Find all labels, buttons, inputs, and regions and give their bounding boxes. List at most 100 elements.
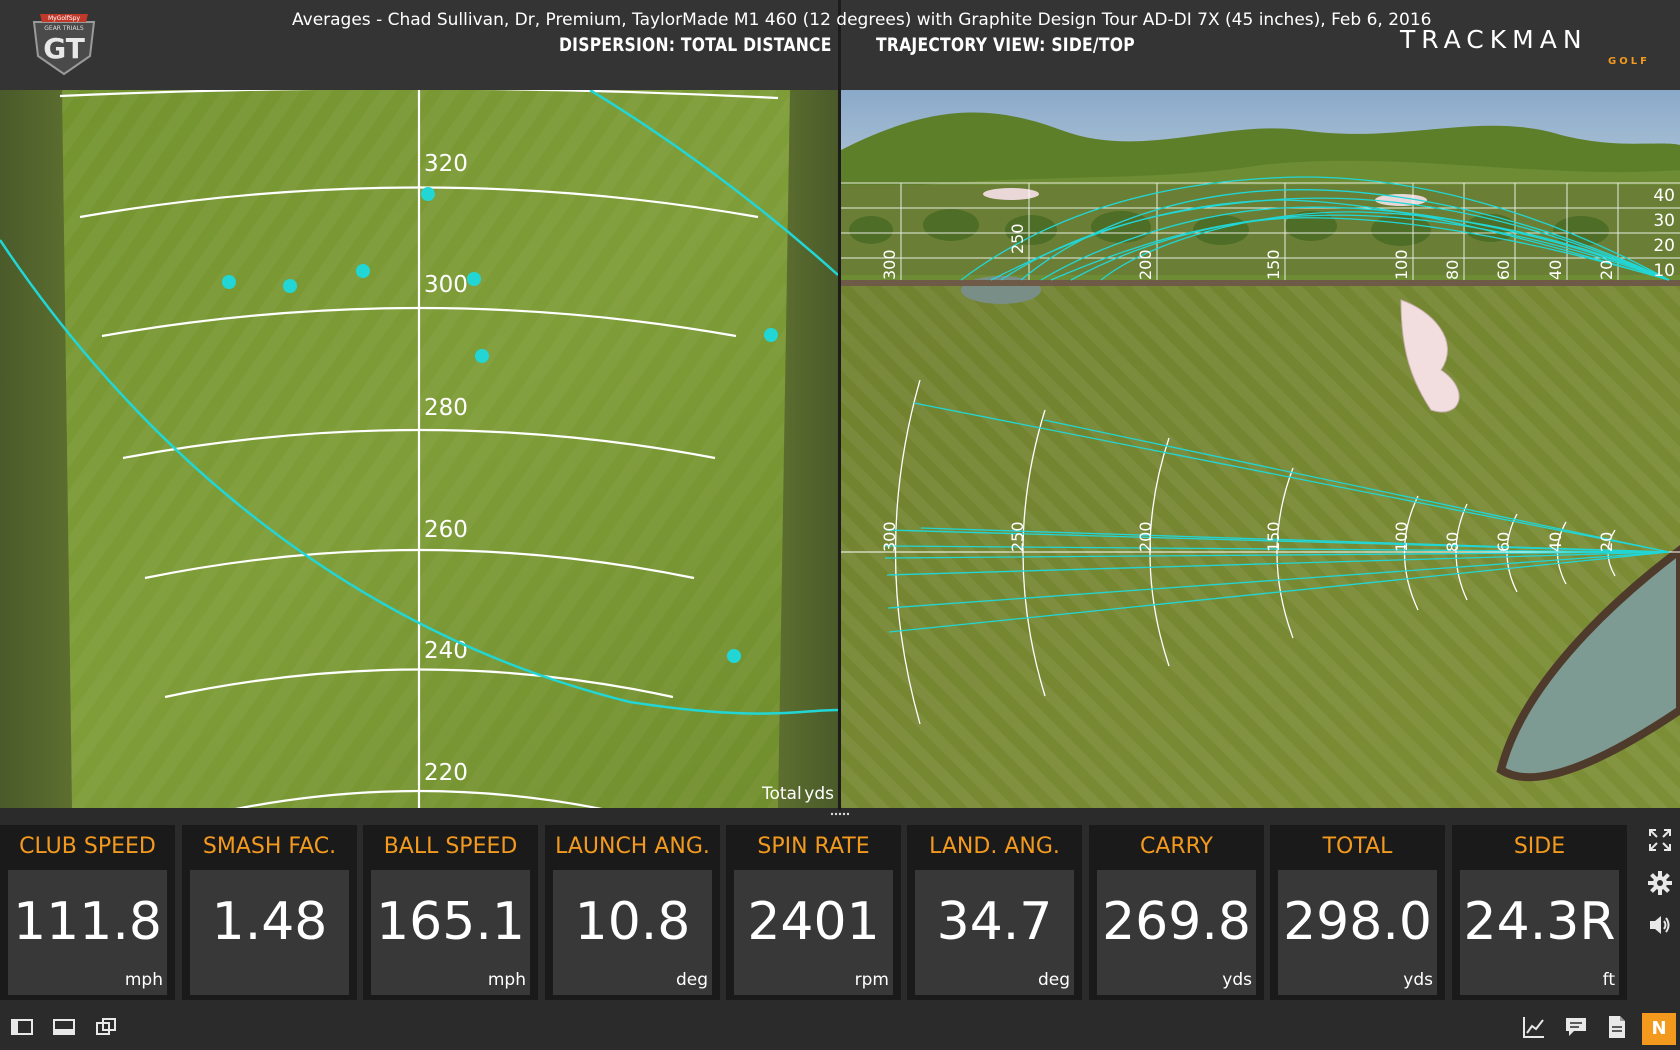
- metric-tile-spin-rate[interactable]: SPIN RATE 2401 rpm: [726, 825, 901, 1000]
- layout-bottom-panel-icon[interactable]: [50, 1013, 78, 1041]
- trajectory-view[interactable]: 300 250 200 150 100 80 60 40 20 40 30 20…: [841, 90, 1680, 808]
- side-distance-label: 300: [880, 249, 899, 280]
- metric-label: CLUB SPEED: [19, 834, 156, 859]
- metric-tile-total[interactable]: TOTAL 298.0 yds: [1270, 825, 1445, 1000]
- top-distance-label: 40: [1546, 532, 1565, 552]
- top-distance-label: 100: [1392, 521, 1411, 552]
- panel-resize-handle[interactable]: [830, 811, 850, 817]
- shot-dot: [283, 279, 297, 293]
- shot-dot: [475, 349, 489, 363]
- report-document-icon[interactable]: [1602, 1013, 1630, 1041]
- top-distance-label: 250: [1008, 521, 1027, 552]
- metric-tile-ball-speed[interactable]: BALL SPEED 165.1 mph: [363, 825, 538, 1000]
- height-label: 10: [1653, 261, 1675, 281]
- metric-unit: yds: [1403, 970, 1433, 990]
- metric-box: 298.0 yds: [1278, 870, 1437, 995]
- bunker: [983, 188, 1039, 200]
- comment-icon[interactable]: [1562, 1013, 1590, 1041]
- side-distance-label: 40: [1546, 260, 1565, 280]
- metric-tile-carry[interactable]: CARRY 269.8 yds: [1089, 825, 1264, 1000]
- axis-label-total: Total: [761, 784, 802, 804]
- metric-value: 1.48: [211, 892, 328, 952]
- distance-label: 300: [424, 272, 468, 298]
- metric-tile-club-speed[interactable]: CLUB SPEED 111.8 mph: [0, 825, 175, 1000]
- gear-icon[interactable]: [1646, 869, 1674, 897]
- metric-label: CARRY: [1139, 834, 1213, 859]
- metric-unit: yds: [1222, 970, 1252, 990]
- shot-dot: [356, 264, 370, 278]
- metric-unit: mph: [487, 970, 526, 990]
- metric-box: 34.7 deg: [915, 870, 1074, 995]
- footer-bar: [0, 1008, 1680, 1050]
- metric-unit: deg: [675, 970, 708, 990]
- metric-unit: ft: [1602, 970, 1615, 990]
- side-distance-label: 60: [1494, 260, 1513, 280]
- top-distance-label: 150: [1264, 521, 1283, 552]
- metric-value: 165.1: [376, 892, 525, 952]
- distance-label: 220: [424, 760, 468, 786]
- shot-dot: [467, 272, 481, 286]
- dispersion-title: DISPERSION: TOTAL DISTANCE: [559, 34, 832, 56]
- trajectory-title: TRAJECTORY VIEW: SIDE/TOP: [876, 34, 1135, 56]
- side-distance-label: 100: [1392, 249, 1411, 280]
- metric-box: 10.8 deg: [553, 870, 712, 995]
- layout-sidebar-icon[interactable]: [8, 1013, 36, 1041]
- layout-windows-icon[interactable]: [92, 1013, 120, 1041]
- metric-value: 298.0: [1283, 892, 1432, 952]
- shot-dot: [421, 187, 435, 201]
- height-label: 20: [1653, 236, 1675, 256]
- session-caption: Averages - Chad Sullivan, Dr, Premium, T…: [292, 10, 1432, 30]
- metric-box: 2401 rpm: [734, 870, 893, 995]
- side-distance-label: 150: [1264, 249, 1283, 280]
- dispersion-view[interactable]: 320 300 280 260 240 220 Total yds: [0, 90, 838, 808]
- metric-unit: deg: [1037, 970, 1070, 990]
- metric-label: SIDE: [1513, 834, 1566, 859]
- height-label: 40: [1653, 186, 1675, 206]
- distance-label: 280: [424, 395, 468, 421]
- gear-trials-logo: MyGolfSpy GEAR TRIALS GT: [32, 14, 96, 76]
- metric-label: LAND. ANG.: [929, 834, 1060, 859]
- metric-label: SPIN RATE: [757, 834, 870, 859]
- top-distance-label: 80: [1443, 532, 1462, 552]
- shot-dot: [222, 275, 236, 289]
- metric-label: TOTAL: [1322, 834, 1393, 859]
- distance-label: 260: [424, 517, 468, 543]
- side-distance-label: 250: [1008, 223, 1027, 254]
- metric-tile-launch-angle[interactable]: LAUNCH ANG. 10.8 deg: [545, 825, 720, 1000]
- metric-box: 1.48: [190, 870, 349, 995]
- axis-label-unit: yds: [804, 784, 834, 804]
- metric-label: SMASH FAC.: [202, 834, 337, 859]
- shot-dot: [727, 649, 741, 663]
- metric-box: 165.1 mph: [371, 870, 530, 995]
- metric-value: 10.8: [574, 892, 691, 952]
- metric-tile-landing-angle[interactable]: LAND. ANG. 34.7 deg: [907, 825, 1082, 1000]
- side-distance-label: 200: [1136, 249, 1155, 280]
- top-distance-label: 20: [1597, 532, 1616, 552]
- top-distance-label: 300: [880, 521, 899, 552]
- metric-value: 269.8: [1102, 892, 1251, 952]
- metric-label: LAUNCH ANG.: [555, 834, 710, 859]
- metric-tile-smash-factor[interactable]: SMASH FAC. 1.48: [182, 825, 357, 1000]
- metric-tile-side[interactable]: SIDE 24.3R ft: [1452, 825, 1627, 1000]
- fullscreen-icon[interactable]: [1646, 826, 1674, 854]
- svg-text:GEAR TRIALS: GEAR TRIALS: [44, 25, 84, 32]
- distance-label: 240: [424, 638, 468, 664]
- svg-text:MyGolfSpy: MyGolfSpy: [48, 15, 80, 22]
- side-distance-label: 20: [1597, 260, 1616, 280]
- metric-value: 24.3R: [1463, 892, 1616, 952]
- chart-icon[interactable]: [1520, 1013, 1548, 1041]
- metric-unit: rpm: [854, 970, 889, 990]
- metric-value: 111.8: [13, 892, 162, 952]
- metric-value: 2401: [747, 892, 880, 952]
- side-distance-label: 80: [1443, 260, 1462, 280]
- metric-box: 111.8 mph: [8, 870, 167, 995]
- metric-label: BALL SPEED: [383, 834, 518, 859]
- trackman-logo-sub: GOLF: [1608, 56, 1650, 67]
- svg-text:GT: GT: [43, 32, 85, 65]
- height-label: 30: [1653, 211, 1675, 231]
- metric-value: 34.7: [936, 892, 1053, 952]
- metric-unit: mph: [124, 970, 163, 990]
- distance-label: 320: [424, 151, 468, 177]
- speaker-icon[interactable]: [1646, 911, 1674, 939]
- n-button[interactable]: N: [1642, 1013, 1676, 1045]
